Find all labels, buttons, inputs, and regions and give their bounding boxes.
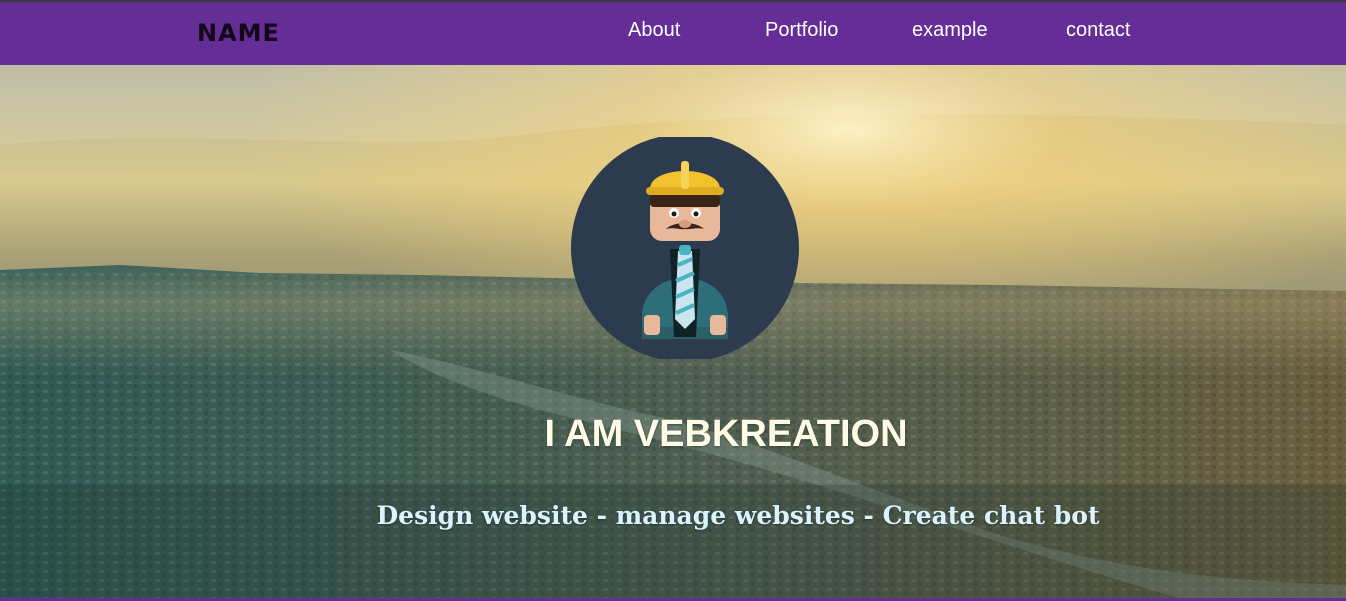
construction-worker-avatar bbox=[571, 137, 799, 359]
nav-link-contact[interactable]: contact bbox=[1066, 19, 1130, 42]
brand-logo-text[interactable]: NAME bbox=[197, 19, 280, 47]
top-navbar: NAME About Portfolio example contact bbox=[0, 2, 1346, 65]
nav-link-example[interactable]: example bbox=[912, 19, 988, 42]
hero-headline: I AM VEBKREATION bbox=[544, 413, 908, 456]
nav-link-about[interactable]: About bbox=[628, 19, 680, 42]
nav-link-portfolio[interactable]: Portfolio bbox=[765, 19, 838, 42]
hero-tagline: Design website - manage websites - Creat… bbox=[376, 501, 1100, 530]
hero-section: I AM VEBKREATION Design website - manage… bbox=[0, 65, 1346, 598]
